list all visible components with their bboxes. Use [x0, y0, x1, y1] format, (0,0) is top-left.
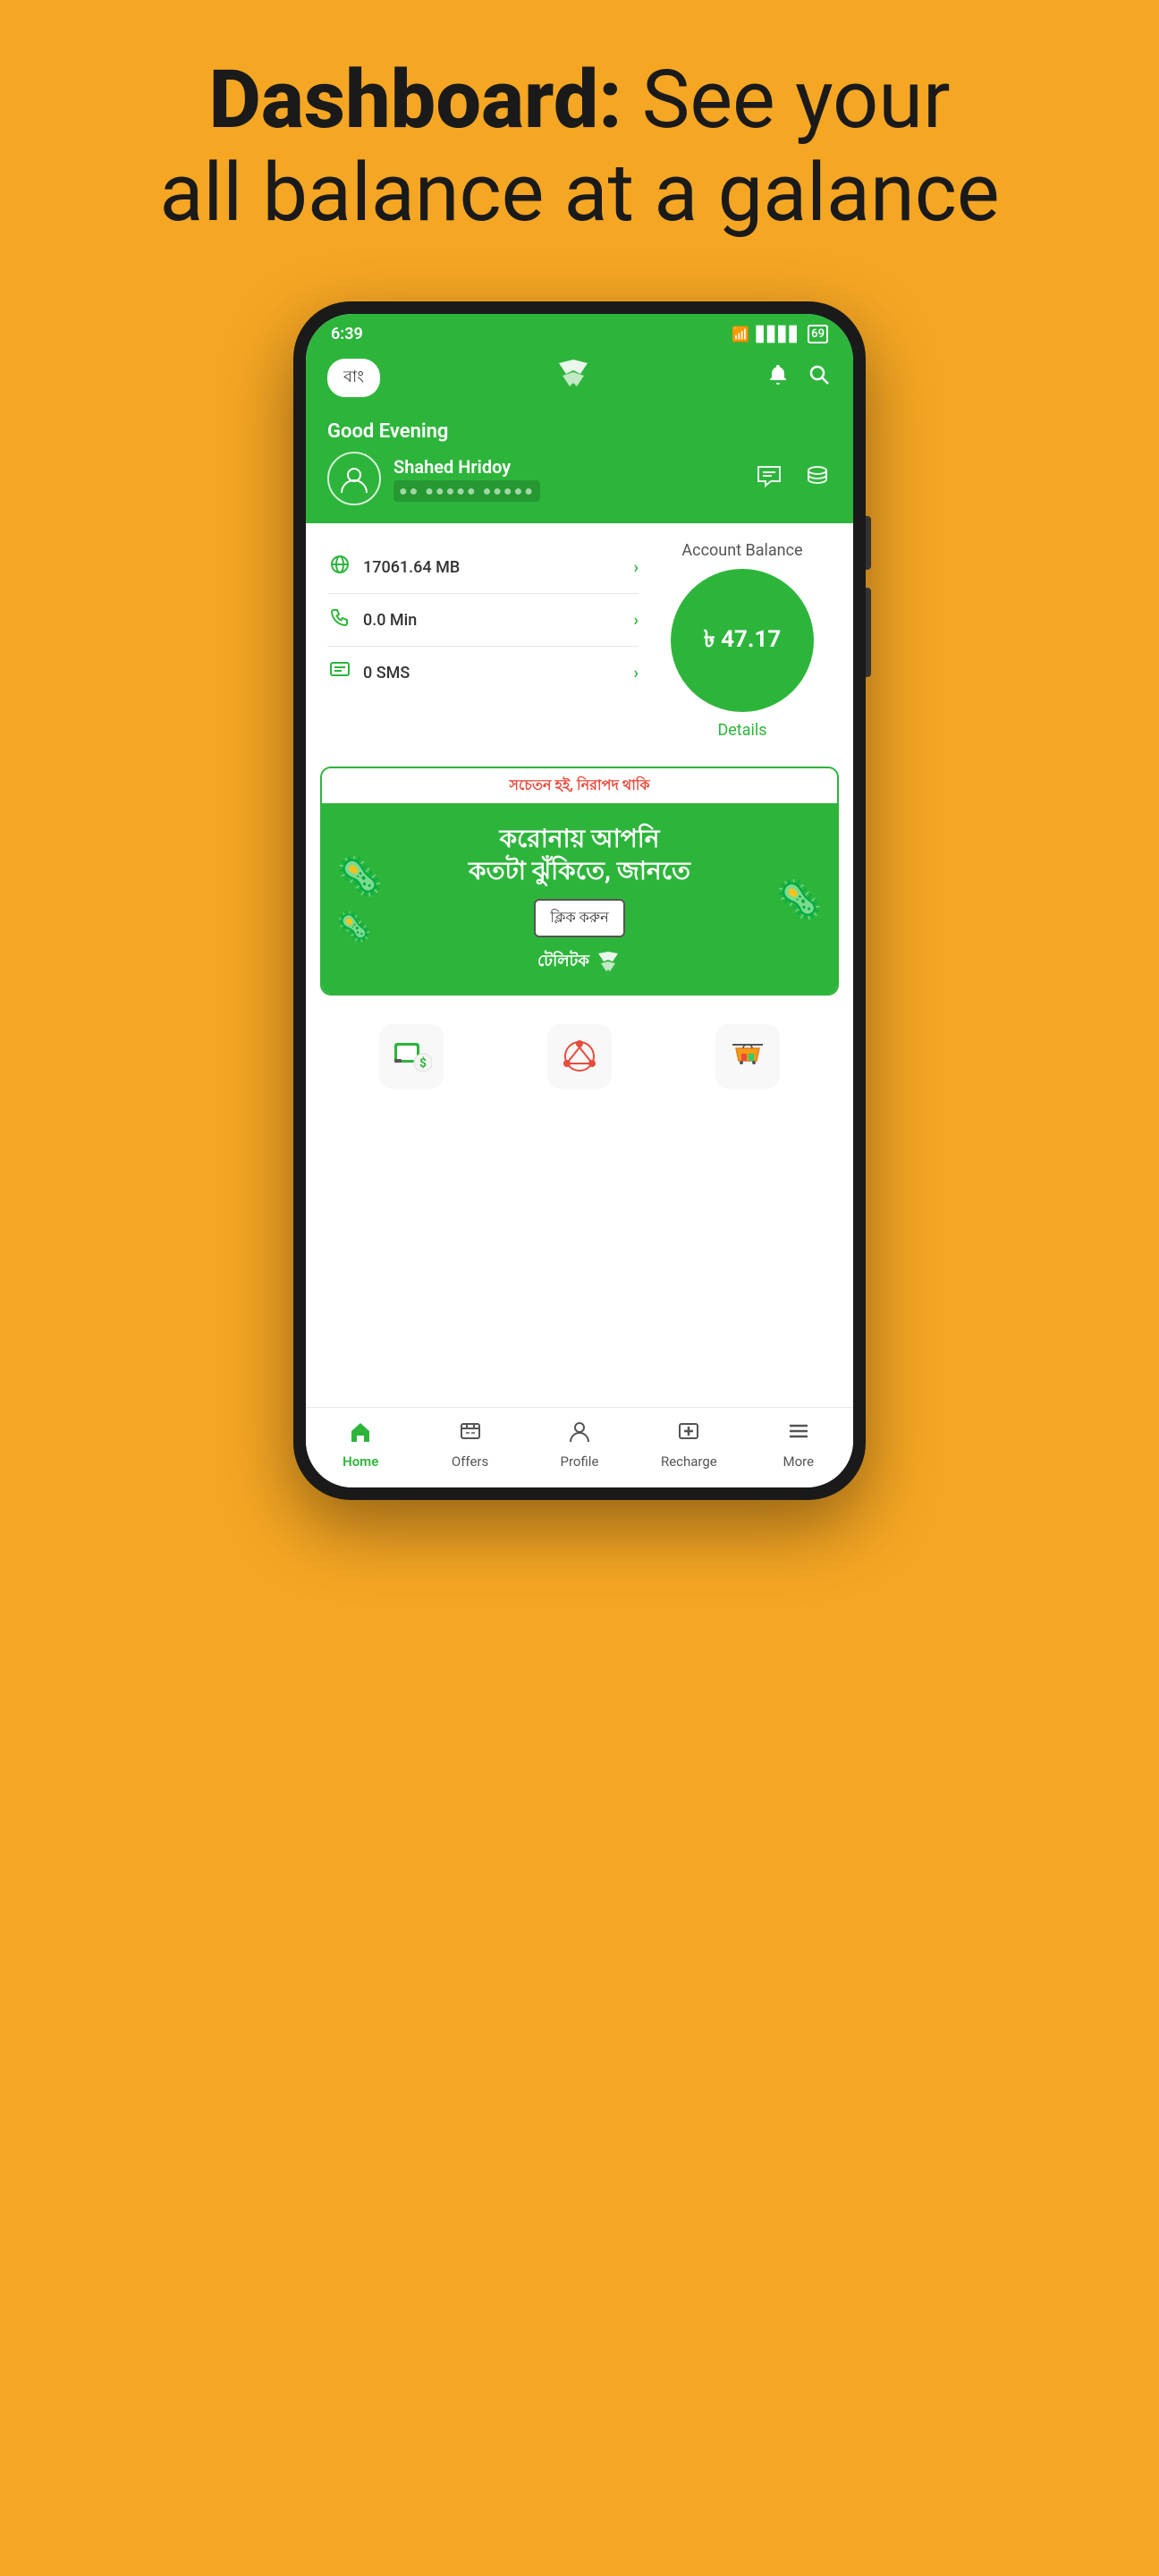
status-time: 6:39	[331, 325, 363, 343]
virus-right: 🦠	[776, 876, 823, 922]
battery-icon: 69	[808, 325, 828, 343]
user-info: Shahed Hridoy ●● ●●●●● ●●●●●	[327, 452, 540, 505]
user-details: Shahed Hridoy ●● ●●●●● ●●●●●	[393, 456, 540, 502]
data-icon	[327, 554, 352, 580]
balance-section: 17061.64 MB › 0.0 Min ›	[306, 523, 853, 758]
sms-balance-item[interactable]: 0 SMS ›	[327, 647, 639, 699]
connect-icon-box	[547, 1024, 612, 1089]
user-action-icons	[755, 462, 832, 496]
nav-more-label: More	[783, 1453, 814, 1470]
header-bold: Dashboard:	[209, 53, 622, 147]
power-button	[866, 516, 871, 570]
svg-text:$: $	[419, 1055, 427, 1071]
more-icon	[786, 1419, 811, 1450]
user-row: Shahed Hridoy ●● ●●●●● ●●●●●	[327, 452, 832, 505]
user-name: Shahed Hridoy	[393, 456, 540, 478]
account-balance: Account Balance ৳ 47.17 Details	[653, 541, 832, 740]
voice-balance-item[interactable]: 0.0 Min ›	[327, 594, 639, 647]
balance-left: 17061.64 MB › 0.0 Min ›	[327, 541, 639, 740]
nav-recharge[interactable]: Recharge	[648, 1419, 729, 1470]
greeting-text: Good Evening	[327, 420, 832, 443]
nav-profile-label: Profile	[561, 1453, 599, 1470]
app-logo	[552, 356, 595, 399]
phone-screen: 6:39 📶 ▋▋▋▋ 69 বাং	[306, 314, 853, 1487]
brand-name: টেলিটক	[537, 948, 589, 976]
chat-icon[interactable]	[755, 462, 783, 496]
sms-value: 0 SMS	[363, 664, 623, 682]
wifi-icon: 📶	[732, 326, 749, 343]
nav-more[interactable]: More	[758, 1419, 839, 1470]
nav-offers[interactable]: Offers	[430, 1419, 511, 1470]
status-bar: 6:39 📶 ▋▋▋▋ 69	[306, 314, 853, 349]
details-link[interactable]: Details	[717, 721, 766, 740]
banner-main: 🦠 🦠 করোনায় আপনি কতটা ঝুঁকিতে, জানতে ক্ল…	[322, 805, 837, 994]
search-icon[interactable]	[807, 362, 832, 394]
home-icon	[348, 1419, 373, 1450]
user-avatar[interactable]	[327, 452, 381, 505]
data-balance-item[interactable]: 17061.64 MB ›	[327, 541, 639, 594]
virus-icon-3: 🦠	[776, 878, 823, 922]
volume-button	[866, 588, 871, 677]
coins-icon[interactable]	[803, 462, 832, 496]
notification-icon[interactable]	[766, 362, 791, 394]
header-icons	[766, 362, 832, 394]
quick-actions: $	[306, 1010, 853, 1103]
data-value: 17061.64 MB	[363, 558, 623, 577]
virus-icon-2: 🦠	[336, 910, 383, 944]
nav-recharge-label: Recharge	[661, 1453, 717, 1470]
voice-arrow: ›	[634, 611, 639, 630]
quick-action-shop[interactable]	[715, 1024, 780, 1089]
main-content: 17061.64 MB › 0.0 Min ›	[306, 523, 853, 1407]
language-toggle[interactable]: বাং	[327, 359, 380, 397]
status-icons: 📶 ▋▋▋▋ 69	[732, 325, 828, 343]
sms-icon	[327, 659, 352, 686]
nav-offers-label: Offers	[452, 1453, 488, 1470]
virus-icon-1: 🦠	[336, 855, 383, 899]
shop-icon-box	[715, 1024, 780, 1089]
nav-home-label: Home	[343, 1453, 378, 1470]
nav-home[interactable]: Home	[320, 1419, 401, 1470]
profile-icon	[567, 1419, 592, 1450]
banner-top-text: সচেতন হই, নিরাপদ থাকি	[322, 768, 837, 805]
quick-action-connect[interactable]	[547, 1024, 612, 1089]
recharge-icon-box: $	[379, 1024, 444, 1089]
quick-action-recharge[interactable]: $	[379, 1024, 444, 1089]
recharge-nav-icon	[676, 1419, 701, 1450]
banner-text: করোনায় আপনি কতটা ঝুঁকিতে, জানতে ক্লিক ক…	[383, 823, 775, 976]
signal-icon: ▋▋▋▋	[757, 326, 800, 343]
virus-left: 🦠 🦠	[336, 855, 383, 944]
app-header: বাং	[306, 349, 853, 413]
data-arrow: ›	[634, 558, 639, 577]
sms-arrow: ›	[634, 664, 639, 682]
offers-icon	[458, 1419, 483, 1450]
user-phone: ●● ●●●●● ●●●●●	[393, 480, 540, 502]
voice-icon	[327, 606, 352, 633]
voice-value: 0.0 Min	[363, 611, 623, 630]
account-balance-label: Account Balance	[681, 541, 802, 560]
banner-title: করোনায় আপনি কতটা ঝুঁকিতে, জানতে	[392, 823, 766, 888]
nav-profile[interactable]: Profile	[539, 1419, 620, 1470]
page-header: Dashboard: See yourall balance at a gala…	[88, 0, 1070, 275]
balance-amount[interactable]: ৳ 47.17	[671, 569, 814, 712]
phone-frame: 6:39 📶 ▋▋▋▋ 69 বাং	[293, 301, 866, 1500]
banner-button[interactable]: ক্লিক করুন	[534, 899, 624, 937]
bottom-nav: Home Offers	[306, 1407, 853, 1487]
user-section: Good Evening Shahed Hridoy ●● ●●●●● ●●●●…	[306, 413, 853, 523]
promo-banner[interactable]: সচেতন হই, নিরাপদ থাকি 🦠 🦠 করোনায় আপনি ক…	[320, 767, 839, 996]
